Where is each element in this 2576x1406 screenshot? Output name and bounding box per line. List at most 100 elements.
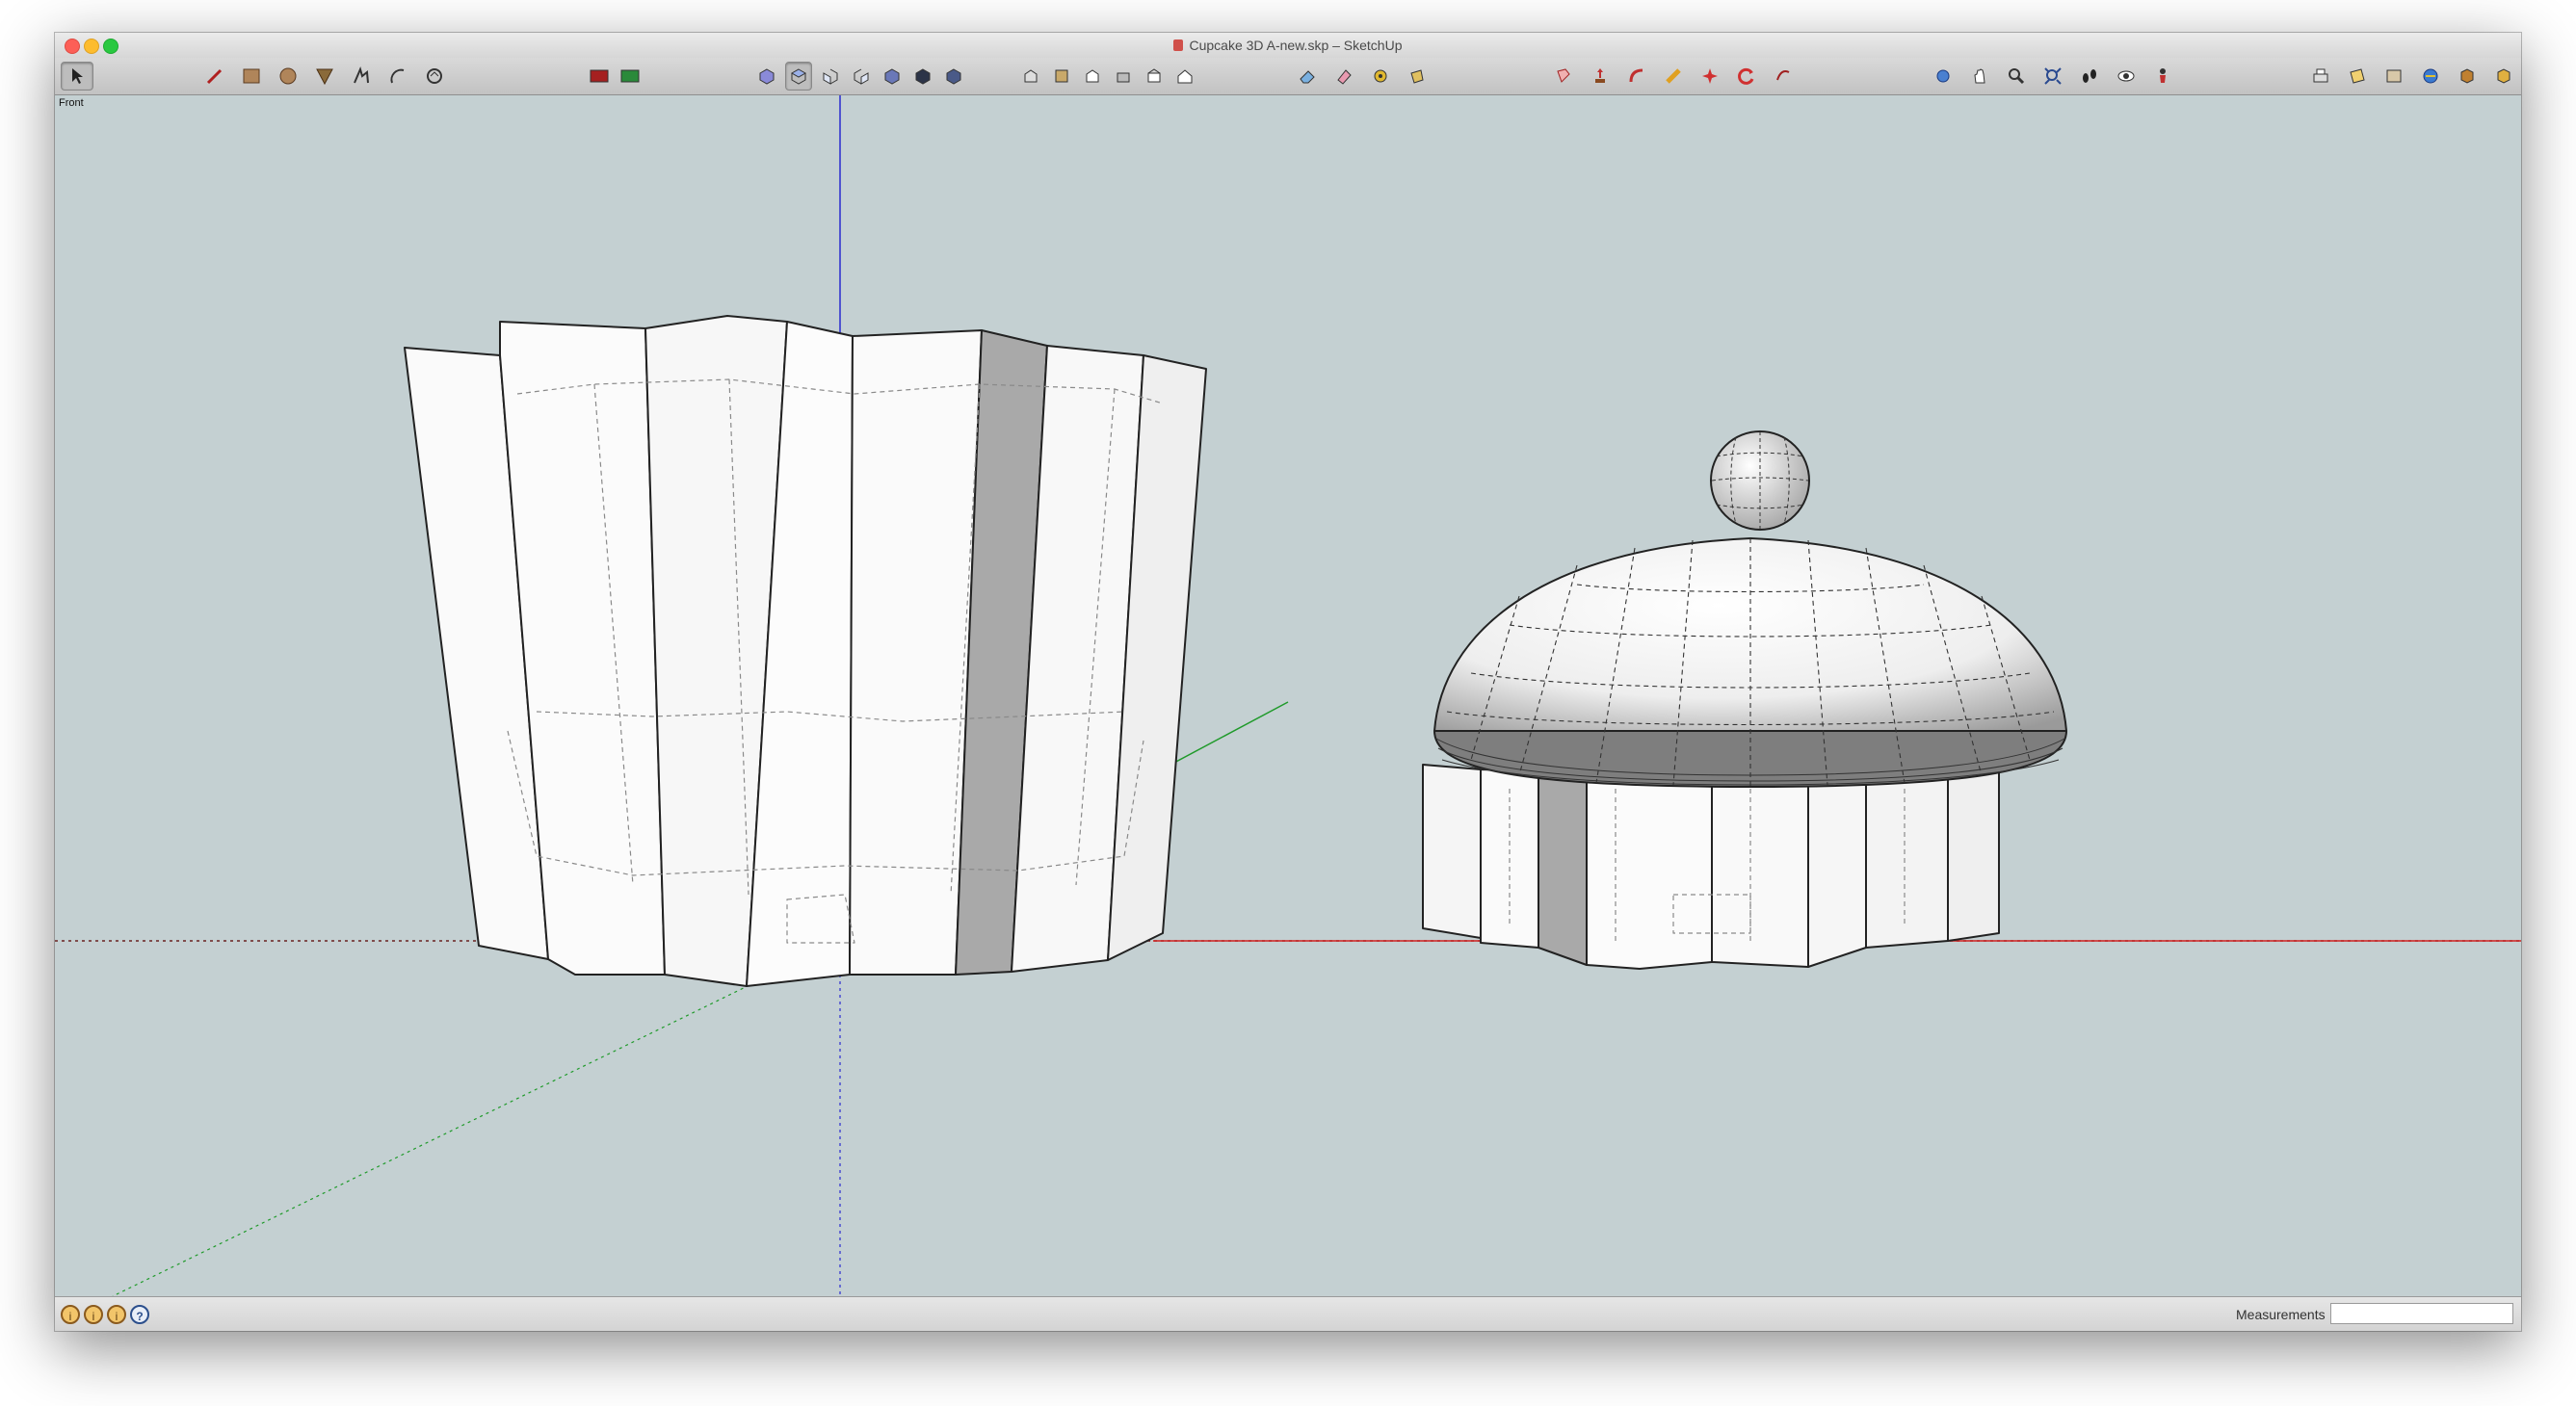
xray-style-button[interactable] (1018, 63, 1043, 90)
shaded-texture-style-button[interactable] (1142, 63, 1167, 90)
arc-tool-button[interactable] (382, 63, 413, 90)
frosted-cupcake-model[interactable] (1422, 430, 2067, 970)
document-icon (1173, 39, 1184, 51)
push-pull-tool-button[interactable] (1548, 63, 1579, 90)
look-around-tool-button[interactable] (2111, 63, 2142, 90)
xray-icon (1024, 69, 1038, 83)
pan-icon (1974, 68, 1985, 84)
shaded-texture-icon (1147, 68, 1161, 83)
zoom-extents-icon (2044, 67, 2062, 85)
measurements-label: Measurements (2236, 1307, 2326, 1322)
help-icon[interactable]: ? (130, 1305, 149, 1324)
shaded-icon (1117, 72, 1130, 83)
front-view-icon (823, 68, 838, 85)
close-window-button[interactable] (65, 39, 80, 54)
top-view-button[interactable] (785, 62, 812, 91)
print-button[interactable] (2305, 63, 2336, 90)
pencil-icon (206, 68, 223, 85)
polygon-tool-button[interactable] (309, 63, 340, 90)
shaded-style-button[interactable] (1111, 63, 1136, 90)
iso-view-icon (759, 68, 775, 85)
position-camera-icon (2160, 68, 2166, 83)
paint-icon (1337, 69, 1352, 85)
status-bar: i i i ? Measurements (55, 1296, 2521, 1331)
scale-tool-button[interactable] (1695, 63, 1725, 90)
bucket-tool-button[interactable] (1402, 63, 1433, 90)
layer-toggle-icon (590, 69, 609, 83)
freehand-icon (354, 66, 369, 84)
bucket-icon (1410, 69, 1424, 84)
3d-warehouse-button[interactable] (2415, 63, 2446, 90)
intersect-tool-button[interactable] (1768, 63, 1799, 90)
minimize-window-button[interactable] (84, 39, 99, 54)
circle-tool-button[interactable] (273, 63, 303, 90)
3d-warehouse-icon (2423, 68, 2438, 84)
title-bar: Cupcake 3D A-new.skp – SketchUp (55, 33, 2521, 58)
measurements-input[interactable] (2330, 1303, 2513, 1324)
zoom-window-button[interactable] (103, 39, 118, 54)
layer-toggle-button[interactable] (587, 63, 612, 90)
rotate-tool-button[interactable] (1731, 63, 1762, 90)
move-tool-button[interactable] (1585, 63, 1616, 90)
rotate-rect-icon (427, 68, 442, 84)
walk-tool-button[interactable] (2074, 63, 2105, 90)
follow-me-icon (1629, 68, 1643, 83)
hidden-line-icon (1086, 69, 1099, 83)
share-icon (2497, 68, 2510, 84)
pencil-tool-button[interactable] (199, 63, 230, 90)
tape-tool-button[interactable] (1365, 63, 1396, 90)
house-style-button[interactable] (1172, 63, 1197, 90)
geo-location-icon[interactable]: i (61, 1305, 80, 1324)
top-view-icon (790, 68, 807, 85)
look-around-icon (2117, 70, 2135, 82)
rotate-icon (1738, 67, 1754, 85)
components-button[interactable] (2379, 63, 2409, 90)
hidden-line-style-button[interactable] (1080, 63, 1105, 90)
extension-button[interactable] (2452, 63, 2483, 90)
instructor-icon[interactable]: i (107, 1305, 126, 1324)
zoom-tool-button[interactable] (2001, 63, 2032, 90)
zoom-extents-tool-button[interactable] (2037, 63, 2068, 90)
arc-icon (390, 68, 405, 84)
scene-tab-label: Front (59, 97, 84, 109)
position-camera-tool-button[interactable] (2147, 63, 2178, 90)
layer-new-icon (620, 69, 640, 83)
rectangle-icon (243, 68, 260, 84)
wireframe-style-button[interactable] (1049, 63, 1074, 90)
offset-tool-button[interactable] (1658, 63, 1689, 90)
eraser-tool-button[interactable] (1292, 63, 1323, 90)
eraser-icon (1300, 70, 1315, 84)
model-info-button[interactable] (2342, 63, 2373, 90)
bottom-view-button[interactable] (941, 63, 966, 90)
arrow-cursor-icon (72, 68, 83, 84)
main-toolbar (55, 58, 2521, 95)
bottom-view-icon (946, 68, 961, 85)
layer-new-button[interactable] (618, 63, 643, 90)
print-icon (2313, 68, 2328, 83)
left-view-icon (915, 68, 931, 85)
rotate-rect-tool-button[interactable] (419, 63, 450, 90)
model-viewport[interactable]: Front (55, 95, 2521, 1296)
paint-tool-button[interactable] (1328, 63, 1359, 90)
left-view-button[interactable] (910, 63, 935, 90)
tape-icon (1374, 69, 1387, 83)
move-icon (1595, 68, 1605, 83)
freehand-tool-button[interactable] (346, 63, 377, 90)
back-view-button[interactable] (880, 63, 905, 90)
follow-me-tool-button[interactable] (1621, 63, 1652, 90)
front-view-button[interactable] (818, 63, 843, 90)
cupcake-liner-model[interactable] (404, 315, 1207, 987)
select-tool-button[interactable] (61, 62, 93, 91)
green-axis-dotted (112, 940, 841, 1296)
credits-icon[interactable]: i (84, 1305, 103, 1324)
orbit-tool-button[interactable] (1928, 63, 1958, 90)
app-window: Cupcake 3D A-new.skp – SketchUp Front i … (55, 33, 2521, 1331)
share-button[interactable] (2488, 63, 2519, 90)
rectangle-tool-button[interactable] (236, 63, 267, 90)
pan-tool-button[interactable] (1964, 63, 1995, 90)
right-view-button[interactable] (849, 63, 874, 90)
house-icon (1177, 69, 1193, 84)
scale-icon (1702, 68, 1718, 84)
3d-scene[interactable] (55, 95, 2521, 1296)
iso-view-button[interactable] (754, 63, 779, 90)
